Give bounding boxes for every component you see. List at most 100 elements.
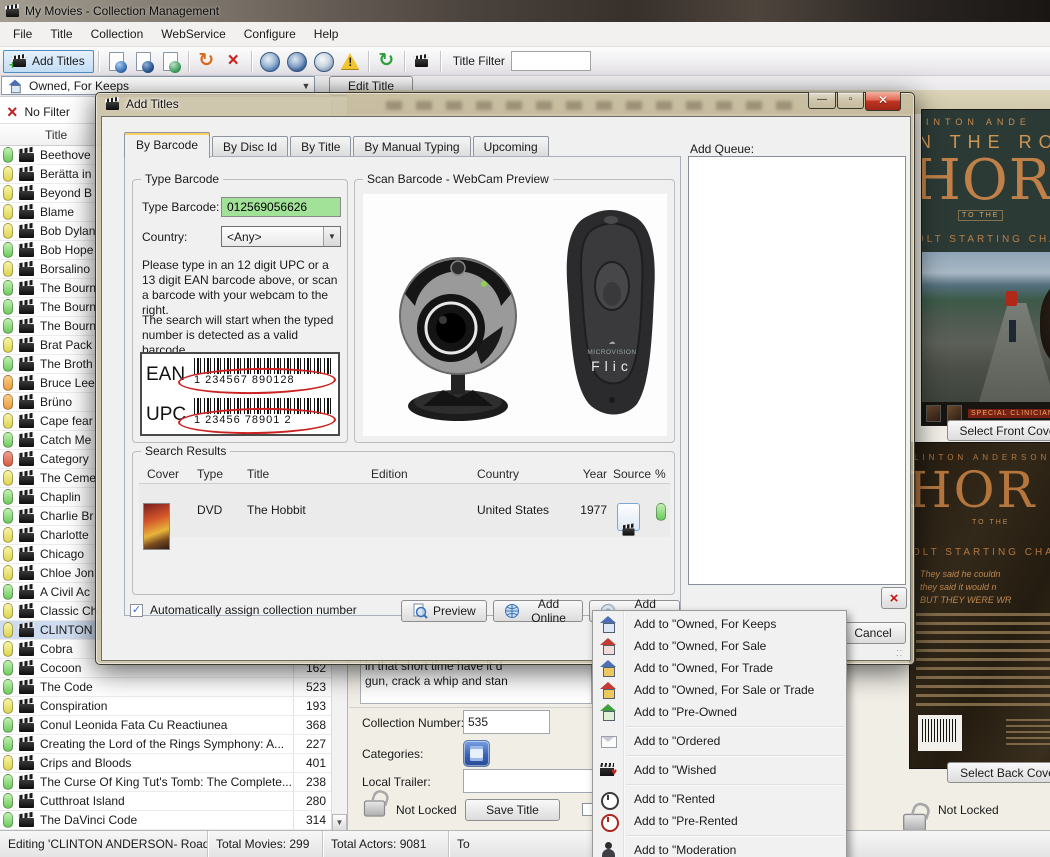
back-cover-text: TO THE: [972, 519, 1009, 526]
collection-number-field[interactable]: 535: [463, 710, 550, 734]
document-globe-dark-icon[interactable]: [132, 50, 155, 73]
list-item[interactable]: The DaVinci Code314: [0, 811, 331, 830]
title-filter-input[interactable]: [511, 51, 591, 71]
menu-item-pre-owned[interactable]: Add to "Pre-Owned: [593, 701, 846, 723]
tab-by-barcode[interactable]: By Barcode: [124, 132, 210, 158]
menu-collection[interactable]: Collection: [82, 23, 153, 45]
menu-webservice[interactable]: WebService: [152, 23, 234, 45]
add-queue-listbox[interactable]: [688, 156, 906, 585]
disc-silver-icon[interactable]: [312, 50, 335, 73]
clapper-icon: [18, 300, 35, 314]
resize-grip[interactable]: ∙∙∙∙: [896, 648, 906, 658]
list-item[interactable]: Crips and Bloods401: [0, 754, 331, 773]
column-header-cover[interactable]: Cover: [147, 467, 179, 481]
refresh-icon[interactable]: ↻: [195, 50, 218, 73]
add-queue-label: Add Queue:: [690, 142, 754, 156]
list-item-title: The Code: [40, 680, 293, 694]
list-item[interactable]: Conul Leonida Fata Cu Reactiunea368: [0, 716, 331, 735]
cover-unlocked-icon[interactable]: [903, 814, 926, 832]
auto-assign-checkbox[interactable]: ✓: [130, 604, 143, 617]
select-back-cover-button[interactable]: Select Back Cover: [947, 762, 1050, 783]
tab-by-manual-typing[interactable]: By Manual Typing: [353, 136, 470, 158]
column-header-source[interactable]: Source: [613, 467, 651, 481]
result-row[interactable]: DVD The Hobbit United States 1977: [139, 484, 670, 537]
scan-barcode-group: Scan Barcode - WebCam Preview: [354, 179, 675, 443]
list-item-title: The DaVinci Code: [40, 813, 293, 827]
menu-item-pre-rented[interactable]: Add to "Pre-Rented: [593, 810, 846, 832]
unlocked-icon[interactable]: [364, 800, 385, 816]
column-header-edition[interactable]: Edition: [371, 467, 408, 481]
menu-item-ordered[interactable]: Add to "Ordered: [593, 730, 846, 752]
status-pill-icon: [3, 432, 13, 448]
clapper-plus-icon: +: [12, 55, 27, 67]
close-button[interactable]: ✕: [865, 92, 901, 111]
preview-button[interactable]: Preview: [401, 600, 487, 622]
tab-by-disc-id[interactable]: By Disc Id: [212, 136, 288, 158]
categories-button[interactable]: [463, 740, 490, 767]
menu-item-moderation[interactable]: Add to "Moderation: [593, 839, 846, 857]
list-item[interactable]: Creating the Lord of the Rings Symphony:…: [0, 735, 331, 754]
add-online-button[interactable]: Add Online: [493, 600, 584, 622]
status-pill-icon: [3, 736, 13, 752]
menu-configure[interactable]: Configure: [235, 23, 305, 45]
tab-upcoming[interactable]: Upcoming: [473, 136, 549, 158]
clapper-icon: [18, 642, 35, 656]
menu-item-label: Add to "Owned, For Keeps: [593, 617, 776, 631]
document-globe-icon[interactable]: [105, 50, 128, 73]
menu-item-owned-for-sale-or-trade[interactable]: Add to "Owned, For Sale or Trade: [593, 679, 846, 701]
add-titles-button[interactable]: + Add Titles: [3, 50, 94, 73]
menu-file[interactable]: File: [4, 23, 41, 45]
clapper-icon: [18, 186, 35, 200]
select-front-cover-button[interactable]: Select Front Cover: [947, 420, 1050, 441]
menu-item-rented[interactable]: Add to "Rented: [593, 788, 846, 810]
list-item[interactable]: The Curse Of King Tut's Tomb: The Comple…: [0, 773, 331, 792]
country-dropdown[interactable]: <Any> ▼: [221, 226, 341, 247]
column-header-year[interactable]: Year: [547, 467, 607, 481]
menu-item-owned-for-keeps[interactable]: Add to "Owned, For Keeps: [593, 613, 846, 635]
local-trailer-field[interactable]: [463, 769, 595, 793]
status-pill-icon: [3, 489, 13, 505]
status-pill-icon: [3, 660, 13, 676]
scroll-down-icon[interactable]: ▼: [332, 814, 347, 831]
status-bar: Editing 'CLINTON ANDERSON- Road to the H…: [0, 830, 1050, 857]
clapper-icon: [18, 756, 35, 770]
status-pill-icon: [3, 622, 13, 638]
column-header-percent[interactable]: %: [655, 467, 666, 481]
list-item[interactable]: The Code523: [0, 678, 331, 697]
status-total-actors: Total Actors: 9081: [323, 831, 449, 857]
column-header-country[interactable]: Country: [477, 467, 519, 481]
warning-icon[interactable]: !: [339, 50, 362, 73]
save-title-button[interactable]: Save Title: [465, 799, 560, 821]
minimize-button[interactable]: —: [808, 92, 836, 109]
menu-help[interactable]: Help: [305, 23, 348, 45]
column-header-type[interactable]: Type: [197, 467, 223, 481]
delete-icon[interactable]: ×: [222, 50, 245, 73]
disc-blue-icon[interactable]: [258, 50, 281, 73]
disc-navy-icon[interactable]: [285, 50, 308, 73]
column-header-title[interactable]: Title: [247, 467, 269, 481]
menu-item-owned-for-sale[interactable]: Add to "Owned, For Sale: [593, 635, 846, 657]
list-item[interactable]: Conspiration193: [0, 697, 331, 716]
edit-clapper-icon[interactable]: [411, 50, 434, 73]
back-cover-image[interactable]: LINTON ANDERSON ON HOR TO THE OLT STARTI…: [910, 443, 1050, 768]
envelope-icon: [599, 733, 617, 749]
status-pill-icon: [3, 223, 13, 239]
cancel-button[interactable]: Cancel: [840, 622, 906, 644]
document-globe-green-icon[interactable]: [159, 50, 182, 73]
list-item-number: 314: [293, 811, 331, 829]
menu-item-wished[interactable]: ♥Add to "Wished: [593, 759, 846, 781]
tab-by-title[interactable]: By Title: [290, 136, 351, 158]
sync-icon[interactable]: ↻: [375, 50, 398, 73]
maximize-button[interactable]: ▫: [837, 92, 864, 109]
queue-delete-button[interactable]: ×: [881, 587, 907, 609]
barcode-input[interactable]: [221, 197, 341, 217]
menu-title[interactable]: Title: [41, 23, 81, 45]
result-year: 1977: [547, 503, 607, 517]
list-item[interactable]: Cutthroat Island280: [0, 792, 331, 811]
menu-item-owned-for-trade[interactable]: Add to "Owned, For Trade: [593, 657, 846, 679]
front-cover-image[interactable]: LINTON ANDE N THE RO HORS TO THE OLT STA…: [922, 110, 1050, 425]
webcam-preview-image: ☁ MICROVISION Flic: [363, 194, 667, 436]
result-cover-thumbnail: [143, 503, 170, 550]
status-pill-icon: [3, 185, 13, 201]
dialog-titlebar[interactable]: Add Titles: [105, 97, 179, 111]
